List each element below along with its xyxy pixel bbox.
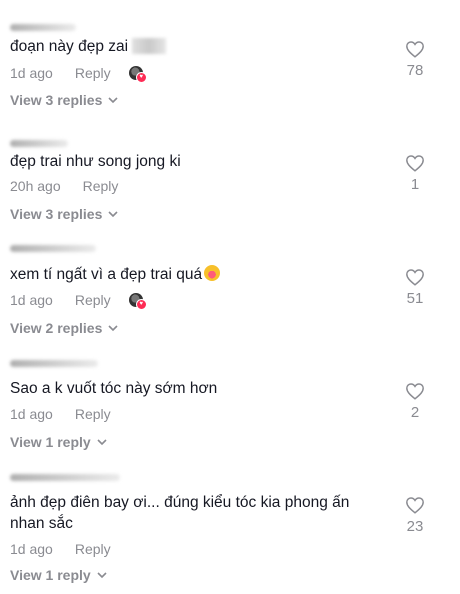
view-replies-button[interactable]: View 3 replies <box>10 92 118 108</box>
like-count: 51 <box>406 290 424 307</box>
blurred-username <box>10 140 68 147</box>
laughing-emoji-icon <box>204 265 221 281</box>
view-replies-button[interactable]: View 1 reply <box>10 434 107 450</box>
reply-button[interactable]: Reply <box>83 178 119 194</box>
comment-time: 20h ago <box>10 178 61 194</box>
like-count: 23 <box>406 518 424 535</box>
like-button[interactable]: 2 <box>400 382 430 421</box>
comment-time: 1d ago <box>10 292 53 308</box>
blurred-mention <box>132 38 167 54</box>
comment-meta: 1d ago Reply ♥ <box>10 292 147 310</box>
chevron-down-icon <box>108 325 118 332</box>
heart-outline-icon <box>406 155 424 172</box>
reply-button[interactable]: Reply <box>75 541 111 557</box>
blurred-username <box>10 24 76 31</box>
like-count: 2 <box>410 404 420 421</box>
blurred-username <box>10 360 98 367</box>
view-replies-button[interactable]: View 1 reply <box>10 567 107 583</box>
chevron-down-icon <box>97 572 107 579</box>
chevron-down-icon <box>108 211 118 218</box>
mini-heart-icon: ♥ <box>135 72 147 83</box>
like-button[interactable]: 51 <box>400 268 430 307</box>
chevron-down-icon <box>108 97 118 104</box>
blurred-username <box>10 245 96 252</box>
comment-time: 1d ago <box>10 406 53 422</box>
reply-button[interactable]: Reply <box>75 406 111 422</box>
view-replies-button[interactable]: View 3 replies <box>10 206 118 222</box>
comment-text: xem tí ngất vì a đẹp trai quá <box>10 264 380 285</box>
comment-text: ảnh đẹp điên bay ơi... đúng kiểu tóc kia… <box>10 494 350 532</box>
comment-meta: 1d ago Reply ♥ <box>10 65 147 83</box>
like-count: 1 <box>410 176 420 193</box>
comment-meta: 1d ago Reply <box>10 541 111 557</box>
like-count: 78 <box>406 62 424 79</box>
like-button[interactable]: 1 <box>400 154 430 193</box>
comment-text: Sao a k vuốt tóc này sớm hơn <box>10 380 218 397</box>
reply-button[interactable]: Reply <box>75 292 111 308</box>
comment-meta: 1d ago Reply <box>10 406 111 422</box>
heart-outline-icon <box>406 41 424 58</box>
heart-outline-icon <box>406 269 424 286</box>
heart-outline-icon <box>406 383 424 400</box>
like-button[interactable]: 23 <box>400 496 430 535</box>
creator-liked-badge: ♥ <box>128 66 147 83</box>
comment-text: đẹp trai như song jong ki <box>10 153 181 170</box>
comment-meta: 20h ago Reply <box>10 178 118 194</box>
mini-heart-icon: ♥ <box>135 299 147 310</box>
comment-text: đoạn này đẹp zai <box>10 36 380 57</box>
view-replies-button[interactable]: View 2 replies <box>10 320 118 336</box>
heart-outline-icon <box>406 497 424 514</box>
creator-liked-badge: ♥ <box>128 293 147 310</box>
chevron-down-icon <box>97 439 107 446</box>
comment-time: 1d ago <box>10 65 53 81</box>
reply-button[interactable]: Reply <box>75 65 111 81</box>
blurred-username <box>10 474 120 481</box>
comment-time: 1d ago <box>10 541 53 557</box>
like-button[interactable]: 78 <box>400 40 430 79</box>
